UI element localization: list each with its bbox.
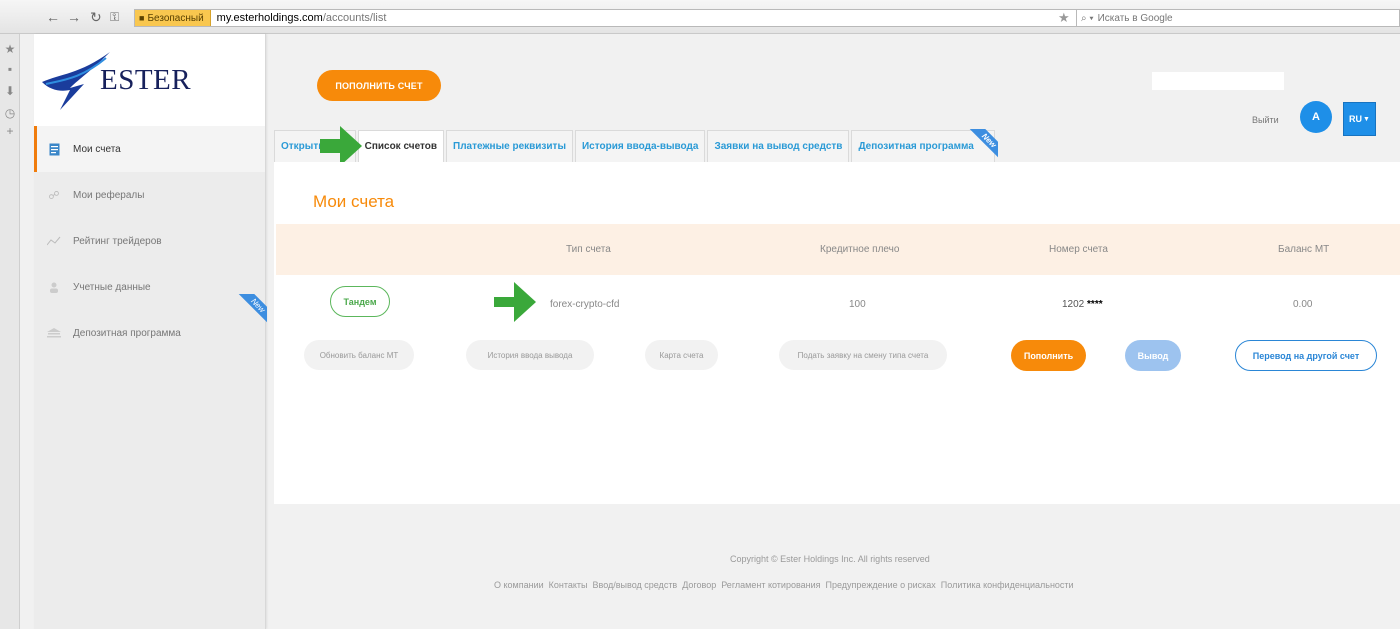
green-arrow-icon <box>494 282 536 322</box>
browser-side-panel: ★ ▪ ⬇ ◷ + <box>0 34 20 629</box>
sidebar-item-my-accounts[interactable]: Мои счета <box>34 126 265 172</box>
avatar[interactable]: A <box>1300 101 1332 133</box>
withdraw-button[interactable]: Вывод <box>1125 340 1181 371</box>
tab-label: Платежные реквизиты <box>453 141 566 152</box>
secure-label: Безопасный <box>147 12 204 24</box>
add-icon[interactable]: + <box>3 124 17 138</box>
deposit-button[interactable]: Пополнить <box>1011 340 1086 371</box>
tab-label: История ввода-вывода <box>581 141 699 152</box>
tab-withdrawal-requests[interactable]: Заявки на вывод средств <box>707 130 850 162</box>
tab-payment-details[interactable]: Платежные реквизиты <box>446 130 573 162</box>
sidebar-item-label: Учетные данные <box>73 281 151 293</box>
column-header-balance: Баланс МТ <box>1278 244 1330 255</box>
user-icon <box>46 279 62 295</box>
sidebar-item-label: Депозитная программа <box>73 327 181 339</box>
green-arrow-icon <box>320 126 362 166</box>
search-placeholder: Искать в Google <box>1097 12 1173 24</box>
logout-link[interactable]: Выйти <box>1252 115 1279 125</box>
footer-link-about[interactable]: О компании <box>494 580 544 590</box>
column-header-type: Тип счета <box>566 244 611 255</box>
footer-link-deposit-withdraw[interactable]: Ввод/вывод средств <box>593 580 678 590</box>
refresh-balance-button[interactable]: Обновить баланс МТ <box>304 340 414 370</box>
topup-account-button[interactable]: ПОПОЛНИТЬ СЧЕТ <box>317 70 441 101</box>
sidebar-item-referrals[interactable]: ☍ Мои рефералы <box>34 172 265 218</box>
secure-badge[interactable]: ■ Безопасный <box>135 10 211 26</box>
back-icon[interactable]: ← <box>46 10 60 24</box>
language-select[interactable]: RU ▼ <box>1343 102 1376 136</box>
table-header: Тип счета Кредитное плечо Номер счета Ба… <box>276 224 1400 275</box>
new-badge: New <box>237 294 267 324</box>
deposit-icon <box>46 325 62 341</box>
url-text: my.esterholdings.com/accounts/list <box>211 12 387 24</box>
main-area: ПОПОЛНИТЬ СЧЕТ Выйти A RU ▼ Открыть счет … <box>266 34 1400 629</box>
footer-link-contacts[interactable]: Контакты <box>549 580 588 590</box>
chevron-down-icon: ▼ <box>1363 115 1370 123</box>
tandem-badge[interactable]: Тандем <box>330 286 390 317</box>
star-icon[interactable]: ★ <box>3 42 17 56</box>
history-icon[interactable]: ◷ <box>3 106 17 120</box>
reload-icon[interactable]: ↻ <box>90 10 102 24</box>
key-icon[interactable]: ⚿ <box>110 10 119 24</box>
footer-link-risk-warning[interactable]: Предупреждение о рисках <box>826 580 936 590</box>
sidebar-item-traders-rating[interactable]: Рейтинг трейдеров <box>34 218 265 264</box>
search-input[interactable]: ⌕ ▾ Искать в Google <box>1076 9 1400 27</box>
footer-links: О компании Контакты Ввод/вывод средств Д… <box>494 580 1079 590</box>
logo-text: ESTER <box>100 64 192 96</box>
tab-transfer-history[interactable]: История ввода-вывода <box>574 130 706 162</box>
account-number-value: 1202 **** <box>1062 299 1103 310</box>
sidebar-item-label: Рейтинг трейдеров <box>73 235 162 247</box>
change-account-type-button[interactable]: Подать заявку на смену типа счета <box>779 340 947 370</box>
tab-label: Депозитная программа <box>858 141 974 152</box>
url-path: /accounts/list <box>322 12 387 24</box>
column-header-leverage: Кредитное плечо <box>820 244 900 255</box>
account-card-button[interactable]: Карта счета <box>645 340 718 370</box>
sidebar-item-label: Мои рефералы <box>73 189 145 201</box>
user-name-box <box>1152 72 1284 90</box>
document-icon <box>46 141 62 157</box>
tab-account-list[interactable]: Список счетов <box>357 130 445 162</box>
sidebar-item-label: Мои счета <box>73 143 121 155</box>
browser-toolbar: ← → ↻ ⚿ ■ Безопасный my.esterholdings.co… <box>0 0 1400 34</box>
tab-label: Список счетов <box>364 141 438 152</box>
footer-link-quotation-rules[interactable]: Регламент котирования <box>721 580 820 590</box>
address-bar[interactable]: ■ Безопасный my.esterholdings.com/accoun… <box>134 9 1082 27</box>
accounts-panel: Мои счета Тип счета Кредитное плечо Номе… <box>274 162 1400 504</box>
language-value: RU <box>1349 114 1363 124</box>
transfer-to-other-account-button[interactable]: Перевод на другой счет <box>1235 340 1377 371</box>
account-tabs: Открыть счет Список счетов Платежные рек… <box>274 129 998 162</box>
balance-value: 0.00 <box>1293 299 1313 310</box>
transfer-history-button[interactable]: История ввода вывода <box>466 340 594 370</box>
account-number-prefix: 1202 <box>1062 299 1085 310</box>
column-header-account-number: Номер счета <box>1049 244 1108 255</box>
download-icon[interactable]: ⬇ <box>3 84 17 98</box>
sidebar: ESTER Мои счета ☍ Мои рефералы Рейтинг т… <box>34 34 267 629</box>
leverage-value: 100 <box>849 299 866 310</box>
lock-icon: ■ <box>139 13 145 23</box>
sidebar-item-deposit-program[interactable]: Депозитная программа New <box>34 294 267 356</box>
tab-deposit-program[interactable]: Депозитная программа New <box>851 129 998 162</box>
bookmark-star-icon[interactable]: ★ <box>1058 10 1070 26</box>
url-domain: my.esterholdings.com <box>216 12 323 24</box>
users-icon: ☍ <box>48 189 60 202</box>
forward-icon[interactable]: → <box>67 10 81 24</box>
chart-line-icon <box>46 233 62 249</box>
footer-link-privacy-policy[interactable]: Политика конфиденциальности <box>941 580 1074 590</box>
account-number-mask: **** <box>1087 299 1103 310</box>
new-badge: New <box>968 129 998 159</box>
copyright-text: Copyright © Ester Holdings Inc. All righ… <box>730 554 930 564</box>
notes-icon[interactable]: ▪ <box>3 62 17 76</box>
page-title: Мои счета <box>313 192 395 211</box>
search-icon: ⌕ ▾ <box>1081 12 1094 24</box>
tab-label: Заявки на вывод средств <box>714 141 843 152</box>
account-type-value: forex-crypto-cfd <box>550 299 620 310</box>
logo[interactable]: ESTER <box>34 34 265 126</box>
sidebar-item-credentials[interactable]: Учетные данные <box>34 264 265 310</box>
footer-link-contract[interactable]: Договор <box>682 580 716 590</box>
